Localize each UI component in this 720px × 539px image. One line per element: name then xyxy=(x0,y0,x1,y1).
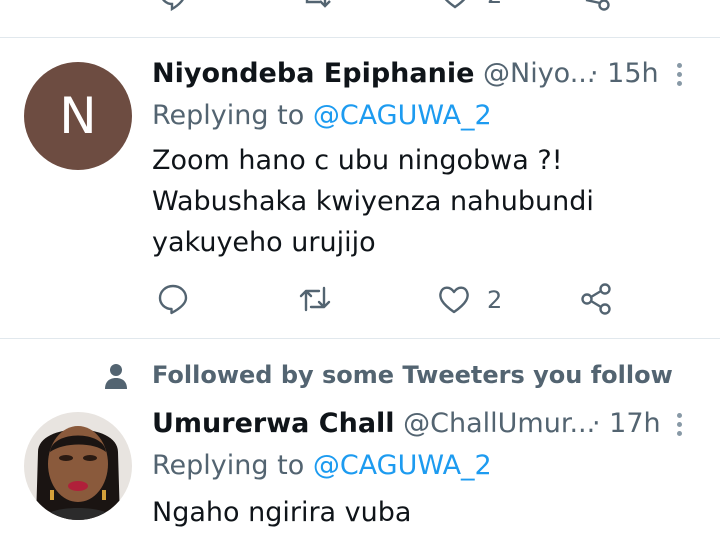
tweet-text: Ngaho ngirira vuba xyxy=(152,492,411,533)
tweet-header: Umurerwa Chall @ChallUmur... xyxy=(152,406,595,442)
avatar-photo xyxy=(24,412,132,520)
replying-label: Replying to xyxy=(152,450,305,481)
replying-to: Replying to @CAGUWA_2 xyxy=(152,448,492,484)
display-name[interactable]: Umurerwa Chall xyxy=(152,408,395,439)
more-icon[interactable] xyxy=(672,410,686,440)
tweet-text-line: Ngaho ngirira vuba xyxy=(152,497,412,528)
replying-mention[interactable]: @CAGUWA_2 xyxy=(313,450,492,481)
avatar[interactable] xyxy=(24,412,132,520)
handle[interactable]: @ChallUmur... xyxy=(403,408,595,439)
timestamp[interactable]: · 17h xyxy=(592,406,661,442)
tweet-umurerwa[interactable]: Umurerwa Chall @ChallUmur... · 17h Reply… xyxy=(0,0,720,539)
